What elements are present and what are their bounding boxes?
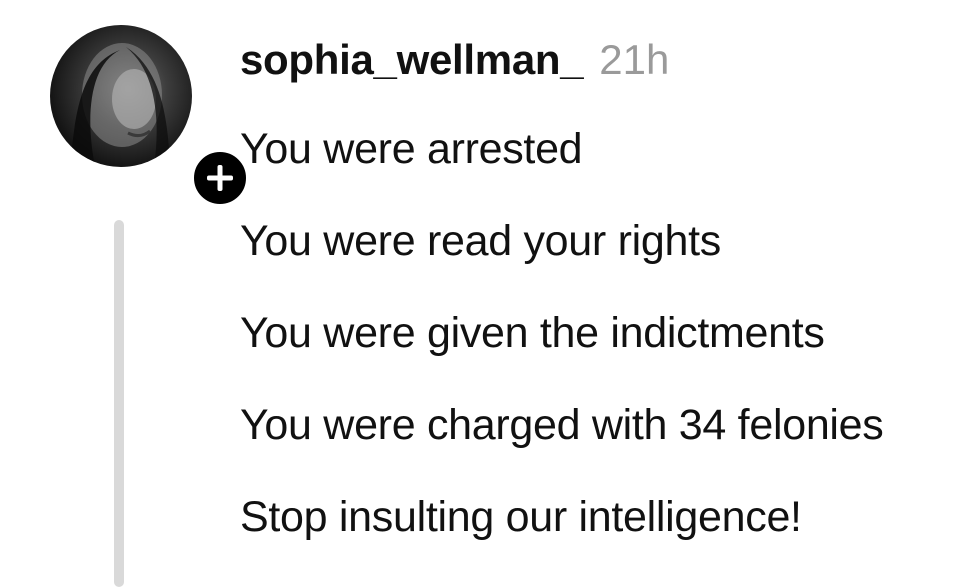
post-body: You were arrested You were read your rig…: [240, 118, 975, 578]
thread-post: sophia_wellman_ 21h You were arrested Yo…: [0, 0, 980, 587]
thread-line: [114, 220, 124, 587]
post-text-line: You were arrested: [240, 125, 583, 173]
post-header: sophia_wellman_ 21h: [240, 36, 669, 92]
plus-icon: [207, 165, 233, 191]
username-link[interactable]: sophia_wellman_: [240, 36, 584, 84]
post-text-line: You were charged with 34 felonies: [240, 401, 884, 449]
avatar[interactable]: [50, 25, 192, 167]
post-text-line: You were given the indictments: [240, 309, 825, 357]
avatar-photo: [70, 43, 170, 167]
post-text-line: Stop insulting our intelligence!: [240, 493, 802, 541]
avatar-container[interactable]: [50, 25, 251, 209]
post-timestamp: 21h: [599, 36, 670, 83]
post-text-line: You were read your rights: [240, 217, 721, 265]
